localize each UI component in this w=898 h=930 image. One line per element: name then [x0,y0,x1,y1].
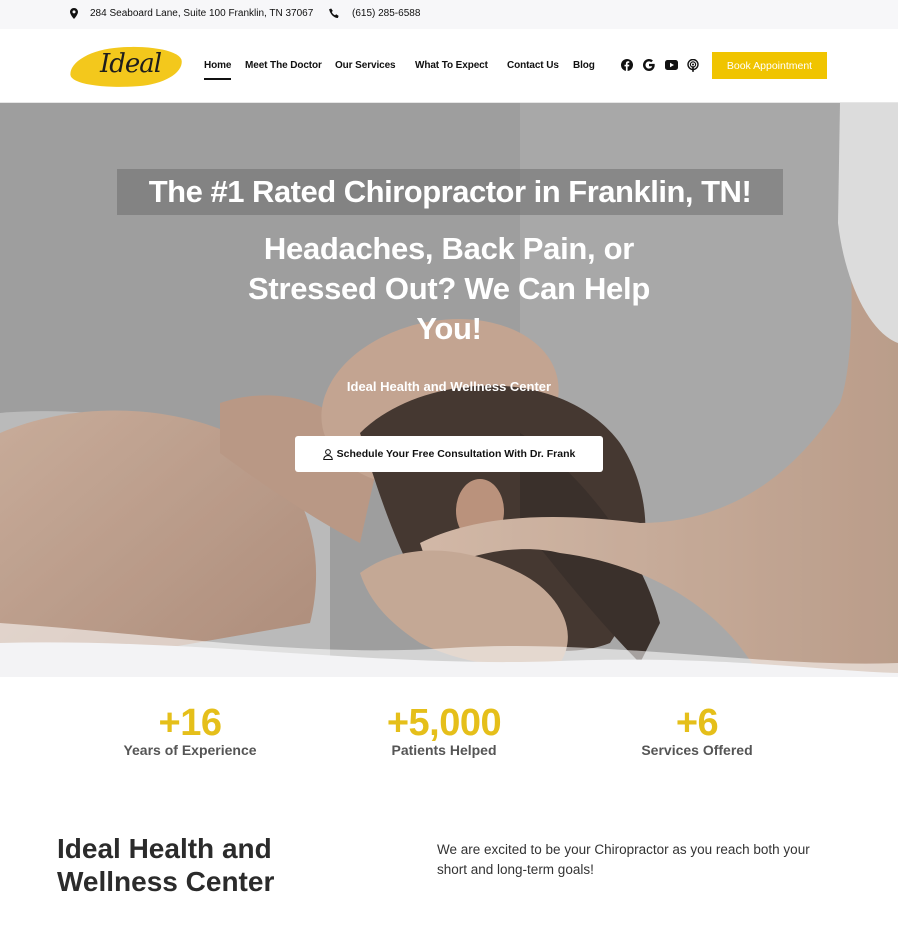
google-icon[interactable] [642,58,656,72]
stat-services: +6 Services Offered [607,702,787,758]
hero-subtitle: Headaches, Back Pain, or Stressed Out? W… [248,231,650,346]
site-header: Ideal Home Meet The Doctor Our Services … [0,29,898,103]
hero-title: The #1 Rated Chiropractor in Franklin, T… [148,174,752,209]
stat-years: +16 Years of Experience [100,702,280,758]
hero-center-name: Ideal Health and Wellness Center [346,379,552,394]
about-text: We are excited to be your Chiropractor a… [437,842,810,877]
top-info-bar: 284 Seaboard Lane, Suite 100 Franklin, T… [0,0,898,29]
logo-word: Ideal [100,49,162,79]
book-appointment-button[interactable]: Book Appointment [712,52,827,79]
podcast-icon[interactable] [686,58,700,72]
phone-icon [329,8,339,18]
nav-what-to-expect[interactable]: What To Expect [415,60,488,71]
nav-blog[interactable]: Blog [573,60,595,71]
stat-patients: +5,000 Patients Helped [354,702,534,758]
nav-contact-us[interactable]: Contact Us [507,60,559,71]
schedule-consultation-button[interactable]: Schedule Your Free Consultation With Dr.… [295,436,603,472]
stat-value: +16 [158,702,222,744]
ideal-logo[interactable]: Ideal [68,43,186,91]
facebook-icon[interactable] [620,58,634,72]
stat-label: Years of Experience [123,742,257,758]
user-icon [322,448,333,460]
stat-value: +5,000 [386,702,502,744]
nav-our-services[interactable]: Our Services [335,60,396,71]
about-title: Ideal Health and Wellness Center [57,833,275,897]
stat-value: +6 [675,702,719,744]
phone-text: (615) 285-6588 [352,8,421,19]
cta-label: Schedule Your Free Consultation With Dr.… [336,448,576,460]
address-text: 284 Seaboard Lane, Suite 100 Franklin, T… [90,8,314,19]
phone-item[interactable]: (615) 285-6588 [329,8,420,19]
nav-meet-the-doctor[interactable]: Meet The Doctor [245,60,322,71]
nav-home[interactable]: Home [204,60,232,80]
map-pin-icon [70,8,78,19]
stat-label: Patients Helped [391,742,497,758]
youtube-icon[interactable] [664,58,678,72]
address-item[interactable]: 284 Seaboard Lane, Suite 100 Franklin, T… [70,8,313,19]
stat-label: Services Offered [641,742,753,758]
hero-section: The #1 Rated Chiropractor in Franklin, T… [0,103,898,677]
